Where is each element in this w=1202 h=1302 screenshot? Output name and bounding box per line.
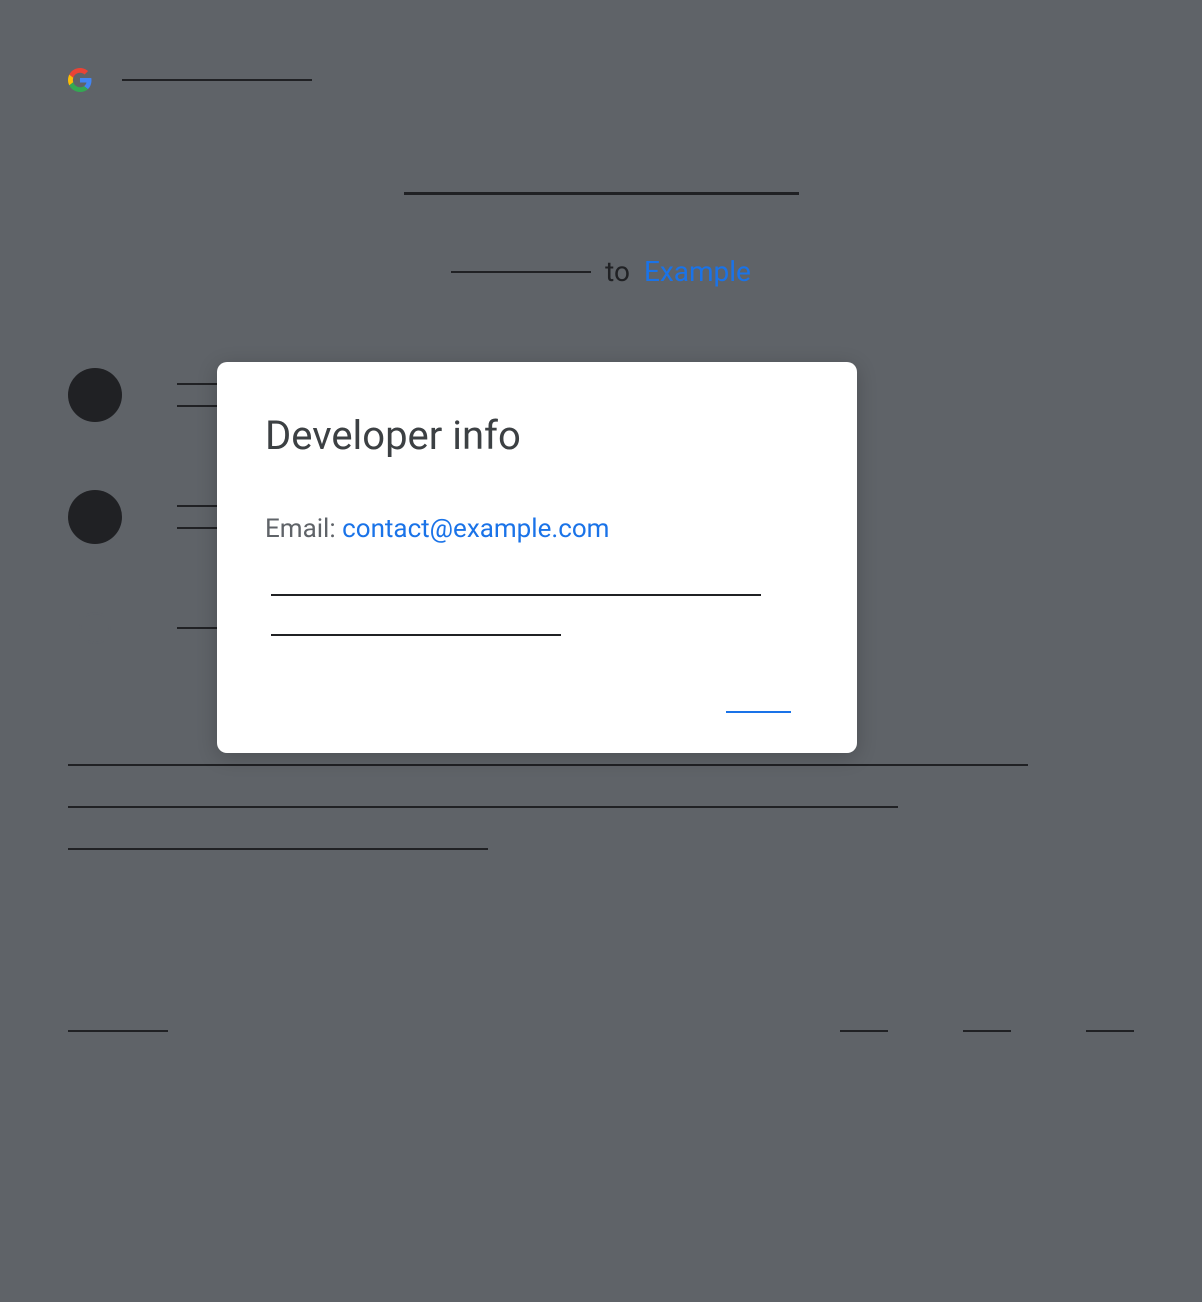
footer-link-placeholder[interactable] bbox=[1086, 1030, 1134, 1032]
footer bbox=[68, 1030, 1134, 1032]
avatar-icon bbox=[68, 368, 122, 422]
avatar-icon bbox=[68, 490, 122, 544]
footer-link-placeholder[interactable] bbox=[840, 1030, 888, 1032]
email-label: Email: bbox=[265, 514, 342, 544]
consent-info-text bbox=[68, 764, 1134, 850]
developer-info-dialog: Developer info Email: contact@example.co… bbox=[217, 362, 857, 753]
footer-link-placeholder[interactable] bbox=[963, 1030, 1011, 1032]
dialog-title: Developer info bbox=[265, 412, 809, 459]
add-account-icon bbox=[79, 612, 111, 644]
footer-links bbox=[840, 1030, 1134, 1032]
subtitle-connector-text: to bbox=[605, 255, 630, 288]
subtitle-row: to Example bbox=[68, 255, 1134, 288]
language-selector-placeholder[interactable] bbox=[68, 1030, 168, 1032]
google-logo-icon bbox=[68, 68, 92, 92]
subtitle-placeholder-line bbox=[451, 271, 591, 273]
header-row bbox=[68, 68, 1134, 92]
dialog-confirm-button[interactable] bbox=[726, 711, 791, 713]
developer-email-link[interactable]: contact@example.com bbox=[342, 514, 609, 544]
subtitle-app-link[interactable]: Example bbox=[644, 255, 751, 288]
dialog-actions bbox=[265, 711, 809, 713]
title-placeholder-line bbox=[404, 192, 799, 195]
header-placeholder-line bbox=[122, 79, 312, 81]
developer-email-row: Email: contact@example.com bbox=[265, 514, 809, 544]
dialog-body-text bbox=[265, 594, 809, 636]
